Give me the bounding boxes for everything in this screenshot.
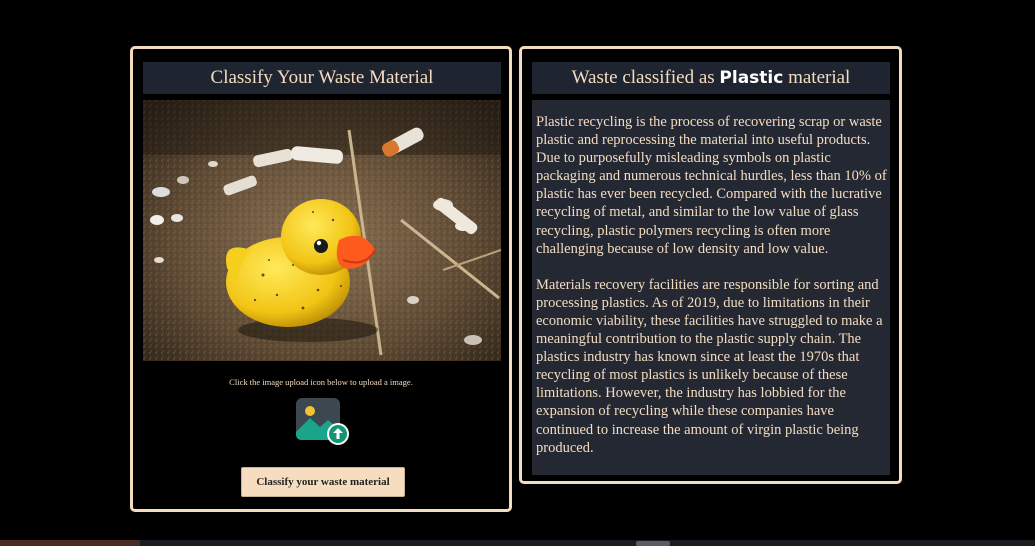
uploaded-waste-image <box>143 100 501 361</box>
classify-panel: Classify Your Waste Material Click the i… <box>130 46 512 512</box>
image-upload-icon[interactable] <box>296 398 350 446</box>
description-paragraph: Plastic recycling is the process of reco… <box>536 114 887 257</box>
result-title-suffix: material <box>788 67 851 88</box>
result-panel: Waste classified as Plastic material Pla… <box>519 46 902 484</box>
result-title-prefix: Waste classified as <box>571 67 715 88</box>
panel-title: Classify Your Waste Material <box>143 62 501 94</box>
result-title: Waste classified as Plastic material <box>532 62 890 94</box>
description-paragraph: Materials recovery facilities are respon… <box>536 276 883 456</box>
upload-instruction: Click the image upload icon below to upl… <box>229 377 413 387</box>
bottom-bar <box>0 540 1035 546</box>
material-description: Plastic recycling is the process of reco… <box>532 100 890 475</box>
classify-button[interactable]: Classify your waste material <box>241 467 405 497</box>
classified-material: Plastic <box>719 68 784 88</box>
horizontal-scrollbar[interactable] <box>636 541 670 546</box>
